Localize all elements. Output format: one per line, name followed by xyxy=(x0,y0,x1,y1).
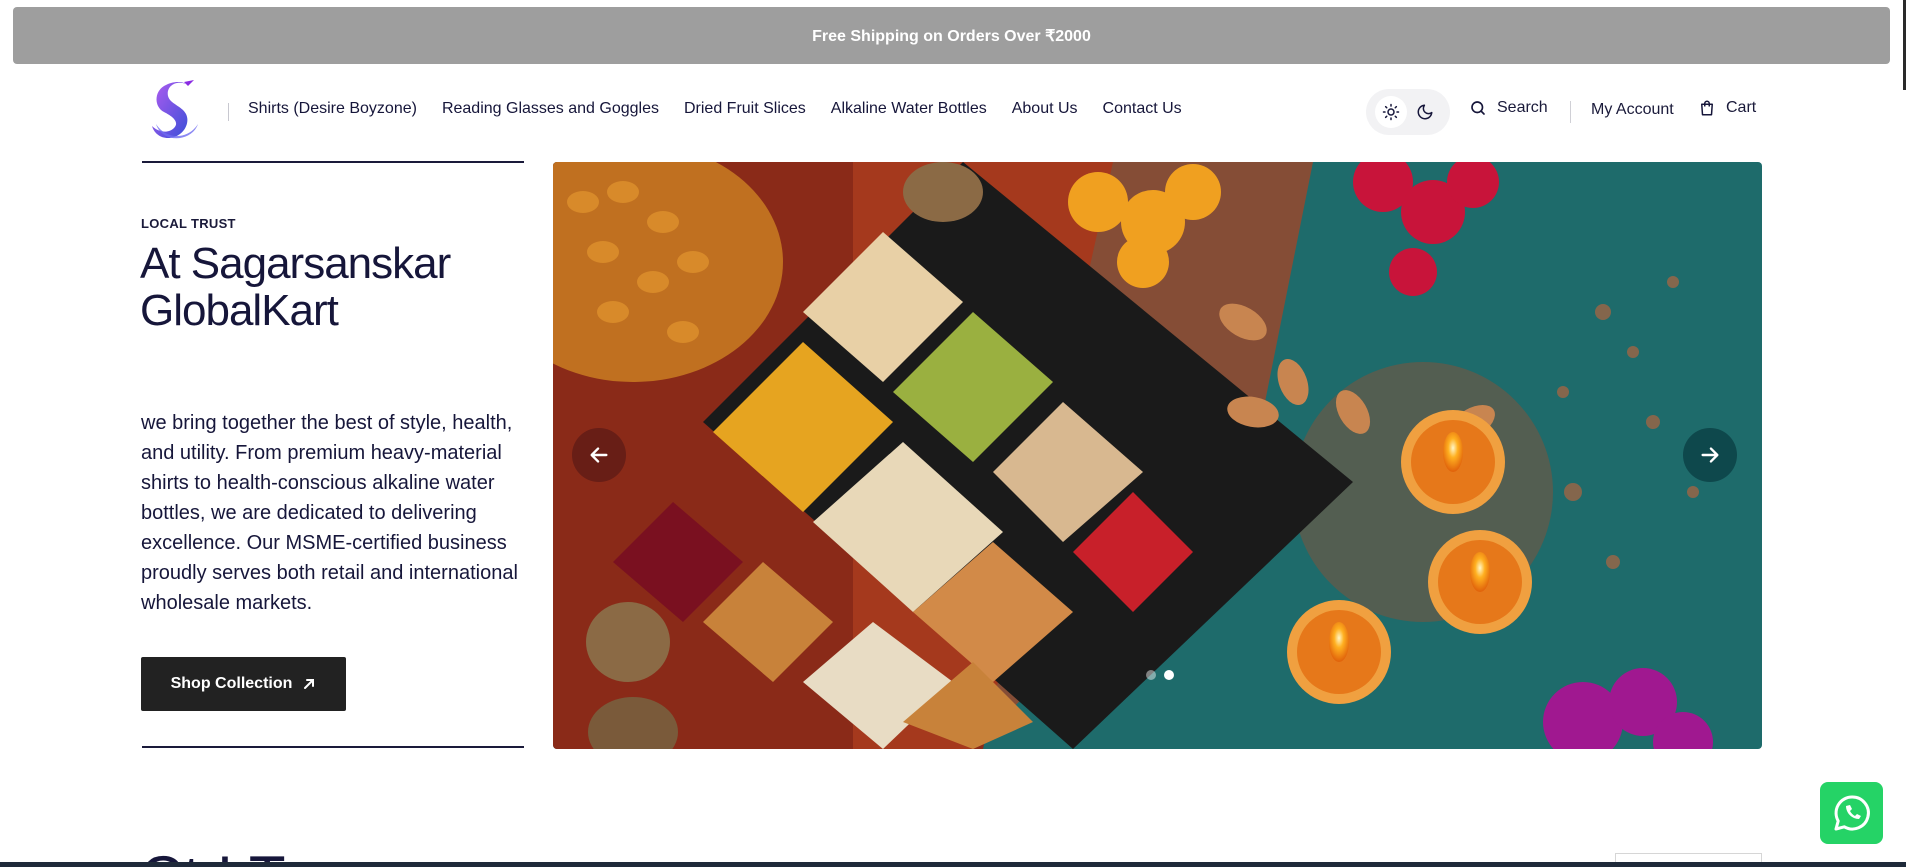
arrow-left-icon xyxy=(590,447,608,463)
moon-icon xyxy=(1417,104,1433,120)
slider-dot-2[interactable] xyxy=(1164,670,1174,680)
nav-item-contact[interactable]: Contact Us xyxy=(1103,100,1182,118)
hero-slide-image xyxy=(553,162,1762,749)
arrow-right-icon xyxy=(1701,447,1719,463)
hero-top-rule xyxy=(142,161,524,163)
cart-button[interactable]: Cart xyxy=(1698,99,1756,117)
announcement-text: Free Shipping on Orders Over ₹2000 xyxy=(812,27,1091,45)
shop-collection-label: Shop Collection xyxy=(170,675,293,692)
sun-icon xyxy=(1382,103,1400,121)
announcement-bar: Free Shipping on Orders Over ₹2000 xyxy=(13,7,1890,64)
site-header: Shirts (Desire Boyzone) Reading Glasses … xyxy=(0,64,1906,160)
slider-next-button[interactable] xyxy=(1683,428,1737,482)
nav-item-dried-fruit[interactable]: Dried Fruit Slices xyxy=(684,100,806,118)
my-account-link[interactable]: My Account xyxy=(1591,101,1674,119)
slider-prev-button[interactable] xyxy=(572,428,626,482)
main-nav: Shirts (Desire Boyzone) Reading Glasses … xyxy=(248,100,1182,118)
nav-item-reading-glasses[interactable]: Reading Glasses and Goggles xyxy=(442,100,659,118)
hero-description: we bring together the best of style, hea… xyxy=(141,412,518,614)
nav-item-about[interactable]: About Us xyxy=(1012,100,1078,118)
hero-eyebrow: LOCAL TRUST xyxy=(141,216,236,231)
slider-dot-1[interactable] xyxy=(1146,670,1156,680)
shop-collection-button[interactable]: Shop Collection xyxy=(141,657,346,711)
theme-toggle xyxy=(1366,89,1450,135)
bottom-edge-bar xyxy=(0,862,1906,867)
slider-dots xyxy=(1146,670,1174,680)
nav-item-water-bottles[interactable]: Alkaline Water Bottles xyxy=(831,100,987,118)
search-button[interactable]: Search xyxy=(1469,99,1548,117)
light-mode-button[interactable] xyxy=(1375,96,1407,128)
whatsapp-button[interactable] xyxy=(1820,782,1883,844)
swan-s-logo[interactable] xyxy=(148,78,204,146)
hero-bottom-rule xyxy=(142,746,524,748)
logo-divider xyxy=(228,103,229,121)
hero-title: At Sagarsanskar GlobalKart xyxy=(140,239,451,335)
whatsapp-icon xyxy=(1834,795,1870,831)
nav-item-shirts[interactable]: Shirts (Desire Boyzone) xyxy=(248,100,417,118)
search-label: Search xyxy=(1497,99,1548,116)
shopping-bag-icon xyxy=(1701,100,1713,116)
hero-image-slider[interactable] xyxy=(553,162,1762,749)
dark-mode-button[interactable] xyxy=(1409,96,1441,128)
search-icon xyxy=(1471,101,1485,115)
header-divider xyxy=(1570,101,1571,123)
arrow-up-right-icon xyxy=(304,679,315,689)
cart-label: Cart xyxy=(1726,99,1757,116)
